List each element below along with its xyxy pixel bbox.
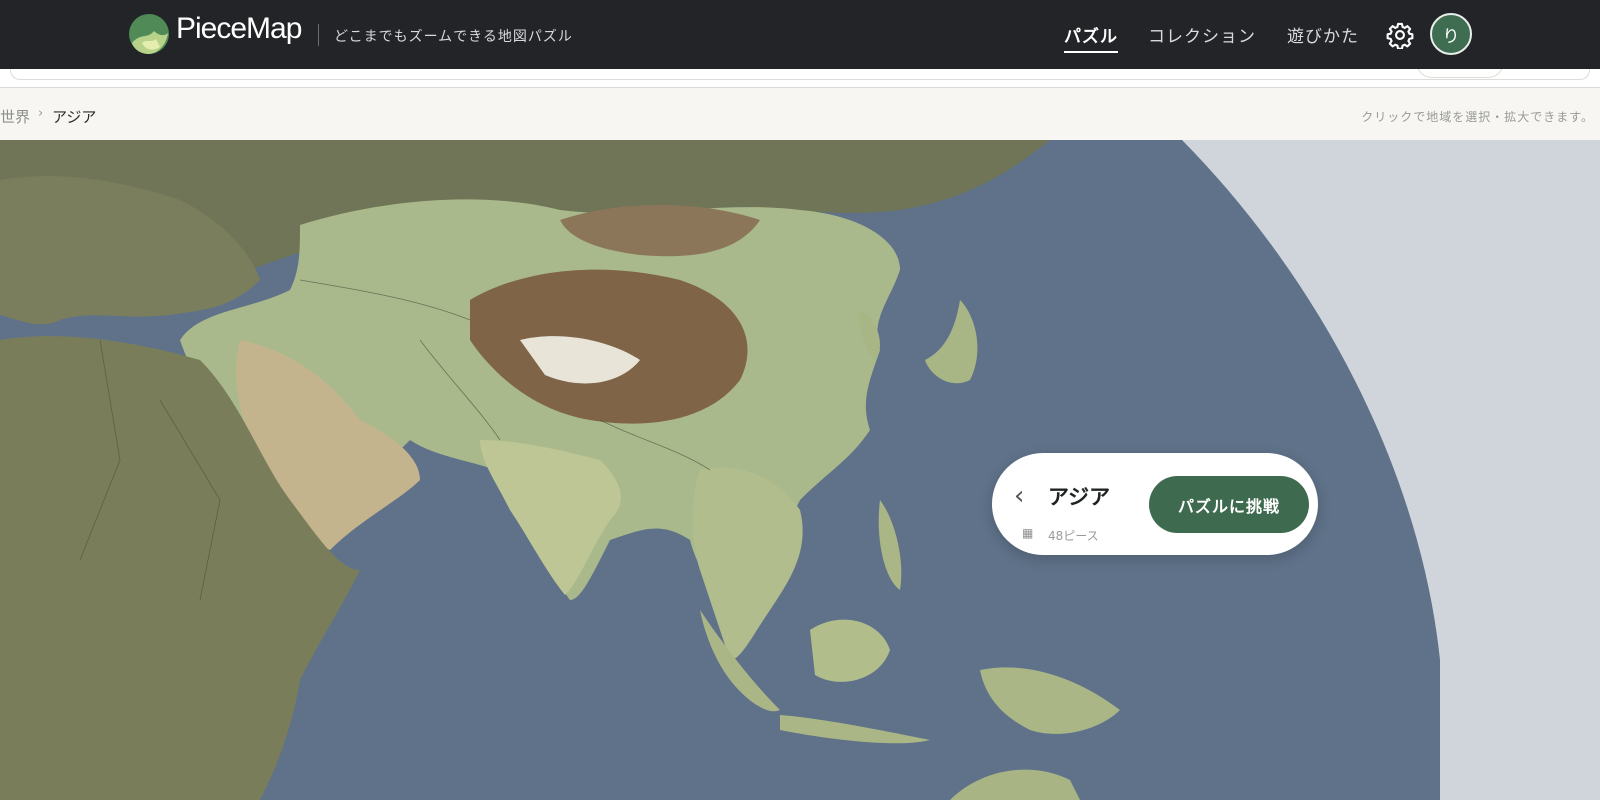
user-avatar[interactable]: り xyxy=(1430,13,1472,55)
tagline: どこまでもズームできる地図パズル xyxy=(334,29,573,45)
nav-collection[interactable]: コレクション xyxy=(1148,22,1256,47)
piecemap-logo-icon[interactable] xyxy=(128,13,170,55)
world-map[interactable]: ‹ アジア ▦ 48ピース パズルに挑戦 xyxy=(0,140,1600,800)
breadcrumb: 世界 › アジア クリックで地域を選択・拡大できます。 xyxy=(0,88,1600,140)
nav-how-to-play[interactable]: 遊びかた xyxy=(1287,22,1359,47)
breadcrumb-asia: アジア xyxy=(52,108,97,126)
map-hint: クリックで地域を選択・拡大できます。 xyxy=(1361,110,1594,124)
region-card: ‹ アジア ▦ 48ピース パズルに挑戦 xyxy=(992,453,1318,555)
piece-count: 48ピース xyxy=(1048,529,1099,543)
brand-name[interactable]: PieceMap xyxy=(176,12,302,46)
gear-icon[interactable] xyxy=(1386,21,1414,49)
region-title: アジア xyxy=(1048,485,1111,509)
chevron-left-icon[interactable]: ‹ xyxy=(1014,481,1024,511)
grid-icon: ▦ xyxy=(1022,526,1034,540)
map-canvas[interactable] xyxy=(0,140,1600,800)
header-divider xyxy=(318,24,319,46)
breadcrumb-separator: › xyxy=(38,106,44,121)
top-nav-bar: PieceMap どこまでもズームできる地図パズル パズル コレクション 遊びか… xyxy=(0,0,1600,69)
start-puzzle-button[interactable]: パズルに挑戦 xyxy=(1149,476,1309,533)
search-strip xyxy=(0,61,1600,88)
nav-puzzle[interactable]: パズル xyxy=(1064,22,1118,53)
breadcrumb-world[interactable]: 世界 xyxy=(0,106,30,127)
